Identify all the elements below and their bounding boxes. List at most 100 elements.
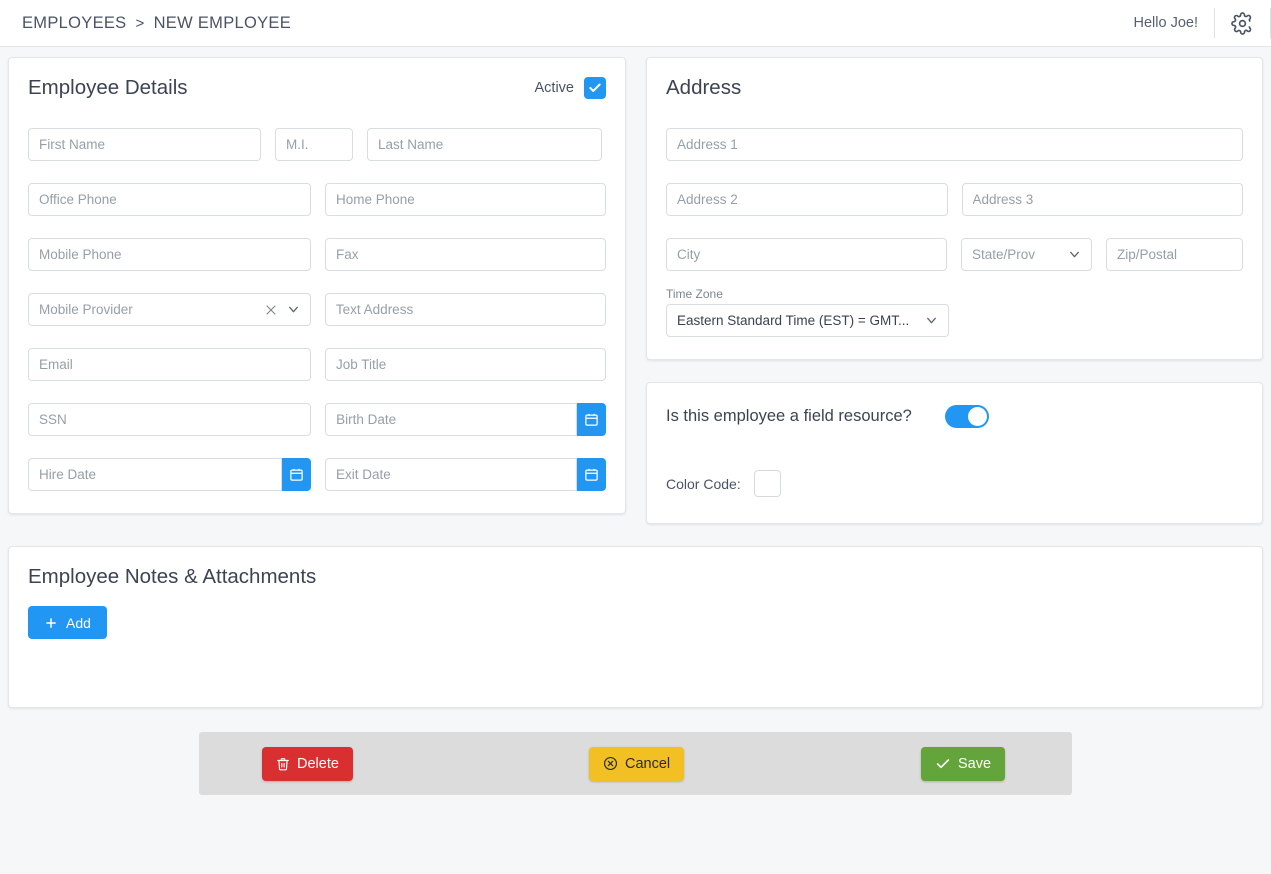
user-greeting: Hello Joe! (1133, 15, 1198, 31)
add-note-label: Add (66, 614, 91, 631)
field-resource-toggle[interactable] (944, 405, 989, 428)
active-label: Active (534, 80, 575, 96)
email-input[interactable] (28, 348, 311, 381)
address2-input[interactable] (666, 183, 948, 216)
save-button[interactable]: Save (921, 746, 1006, 781)
plus-icon (46, 617, 56, 628)
hire-date-group (28, 458, 311, 491)
last-name-input[interactable] (367, 128, 602, 161)
left-column: Employee Details Active First Name M.I. … (8, 57, 626, 514)
breadcrumb-employees[interactable]: EMPLOYEES (22, 14, 127, 33)
time-zone-value: Eastern Standard Time (EST) = GMT... (677, 313, 910, 328)
action-bar: Delete Cancel Save (199, 732, 1072, 795)
mobile-phone-input[interactable] (28, 238, 311, 271)
trash-icon (277, 757, 289, 770)
state-select[interactable]: State/Prov (961, 238, 1092, 271)
middle-initial-input[interactable] (275, 128, 353, 161)
phone-row-2 (28, 238, 606, 271)
mobile-provider-value: Mobile Provider (39, 302, 133, 317)
exit-date-calendar-button[interactable] (577, 458, 606, 491)
two-column-layout: Employee Details Active First Name M.I. … (8, 57, 1263, 524)
hire-date-calendar-button[interactable] (282, 458, 311, 491)
zip-input[interactable] (1106, 238, 1243, 271)
address3-input[interactable] (961, 183, 1243, 216)
job-title-input[interactable] (325, 348, 606, 381)
state-value: State/Prov (972, 247, 1036, 262)
add-note-button[interactable]: Add (28, 606, 107, 639)
calendar-icon (290, 468, 303, 481)
chevron-down-icon[interactable] (1068, 248, 1081, 261)
birth-date-input[interactable] (325, 403, 578, 436)
page-title: Employee Details (28, 76, 188, 99)
exit-date-input[interactable] (325, 458, 578, 491)
address1-input[interactable] (666, 128, 1243, 161)
exit-date-group (325, 458, 606, 491)
chevron-down-icon[interactable] (287, 303, 300, 316)
first-name-input[interactable] (28, 128, 261, 161)
state-select-icons (1068, 248, 1081, 261)
city-input[interactable] (666, 238, 947, 271)
ssn-input[interactable] (28, 403, 312, 436)
address-card: Address State/Prov (646, 57, 1263, 360)
fax-input[interactable] (325, 238, 606, 271)
home-phone-input[interactable] (325, 183, 606, 216)
delete-label: Delete (297, 755, 339, 772)
color-code-label: Color Code: (666, 475, 741, 492)
text-address-input[interactable] (324, 293, 606, 326)
field-resource-row: Is this employee a field resource? (666, 405, 1243, 428)
name-row (28, 128, 606, 161)
gear-icon (1231, 11, 1252, 35)
city-state-zip-row: State/Prov (666, 238, 1243, 271)
circle-x-icon (603, 756, 618, 771)
notes-title: Employee Notes & Attachments (28, 565, 317, 588)
employee-details-header: Employee Details Active (28, 76, 606, 100)
address23-row (666, 183, 1243, 216)
provider-row: Mobile Provider (28, 293, 606, 326)
hire-exit-row (28, 458, 606, 491)
toggle-knob (967, 407, 987, 426)
time-zone-select-icons (925, 314, 938, 327)
cancel-label: Cancel (625, 755, 671, 772)
calendar-icon (585, 413, 598, 426)
header-right-group: Hello Joe! (1118, 0, 1271, 46)
active-toggle-group[interactable]: Active (534, 77, 606, 99)
check-icon (936, 758, 950, 768)
ssn-birth-row (28, 403, 606, 436)
birth-date-calendar-button[interactable] (577, 403, 606, 436)
time-zone-label: Time Zone (666, 287, 723, 301)
cancel-button[interactable]: Cancel (589, 746, 685, 781)
check-icon (589, 83, 601, 92)
birth-date-group (325, 403, 606, 436)
right-column: Address State/Prov (646, 57, 1263, 524)
mobile-provider-select[interactable]: Mobile Provider (28, 293, 311, 326)
color-code-swatch[interactable] (753, 470, 781, 497)
phone-row-1 (28, 183, 606, 216)
calendar-icon (585, 468, 598, 481)
state-wrapper: State/Prov (961, 238, 1092, 271)
clear-icon[interactable] (265, 304, 277, 316)
page-content: Employee Details Active First Name M.I. … (0, 47, 1271, 795)
breadcrumb-new-employee: NEW EMPLOYEE (153, 13, 292, 32)
mobile-provider-icons (265, 303, 300, 316)
delete-button[interactable]: Delete (262, 746, 353, 781)
office-phone-input[interactable] (28, 183, 311, 216)
breadcrumb: EMPLOYEES > NEW EMPLOYEE (22, 14, 291, 33)
save-label: Save (958, 755, 992, 772)
employee-details-card: Employee Details Active First Name M.I. … (8, 57, 626, 514)
active-checkbox[interactable] (584, 77, 606, 99)
hire-date-input[interactable] (28, 458, 283, 491)
address1-row (666, 128, 1243, 161)
settings-button[interactable] (1215, 11, 1270, 35)
email-row (28, 348, 606, 381)
mobile-provider-wrapper: Mobile Provider (28, 293, 311, 326)
field-resource-question: Is this employee a field resource? (666, 407, 912, 425)
field-resource-card: Is this employee a field resource? Color… (646, 382, 1263, 524)
chevron-down-icon[interactable] (925, 314, 938, 327)
breadcrumb-separator-icon: > (135, 14, 145, 32)
color-code-row: Color Code: (666, 470, 1243, 497)
employee-notes-card: Employee Notes & Attachments Add (8, 546, 1263, 708)
top-header-bar: EMPLOYEES > NEW EMPLOYEE Hello Joe! (0, 0, 1271, 47)
time-zone-select[interactable]: Eastern Standard Time (EST) = GMT... (666, 304, 949, 337)
address-title: Address (666, 76, 742, 99)
time-zone-block: Time Zone Eastern Standard Time (EST) = … (666, 287, 1243, 337)
